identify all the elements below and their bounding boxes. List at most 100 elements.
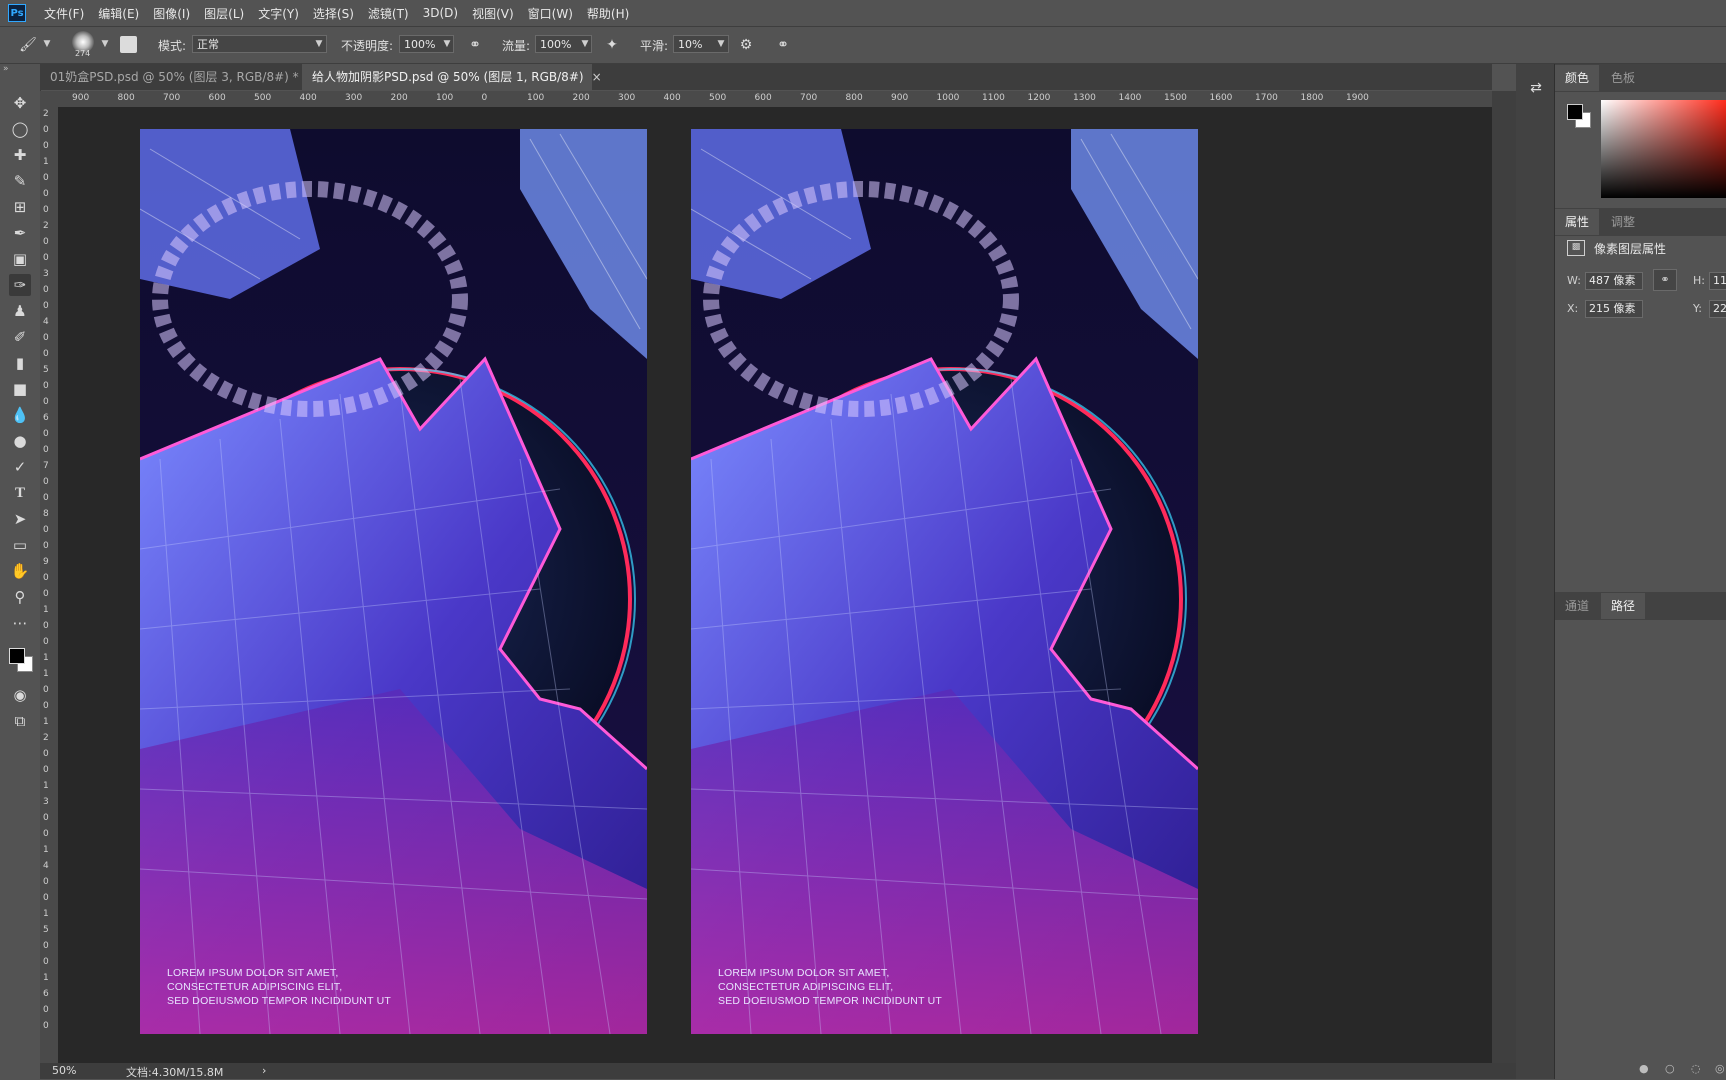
horizontal-ruler[interactable]: 900 800 700 600 500 400 300 200 100 0 100 200 300 400… bbox=[58, 91, 1492, 108]
brush-settings-panel-icon[interactable] bbox=[120, 36, 137, 53]
foreground-color-swatch[interactable] bbox=[1567, 104, 1583, 120]
crop-tool-icon[interactable]: ⊞ bbox=[9, 196, 31, 218]
quick-select-tool-icon[interactable]: ✎ bbox=[9, 170, 31, 192]
load-selection-icon[interactable]: ◌ bbox=[1691, 1062, 1701, 1075]
ruler-tick-label: 900 bbox=[891, 93, 909, 103]
lasso-tool-icon[interactable]: ✚ bbox=[9, 144, 31, 166]
quick-mask-icon[interactable]: ◉ bbox=[9, 684, 31, 706]
chevron-down-icon[interactable]: ▼ bbox=[312, 35, 326, 53]
tab-document-1[interactable]: 01奶盒PSD.psd @ 50% (图层 3, RGB/8#) *× bbox=[40, 64, 317, 90]
airbrush-icon[interactable]: ✦ bbox=[602, 35, 622, 55]
collapse-toolbox-icon[interactable]: » bbox=[3, 64, 9, 74]
ruler-tick-label: 0 bbox=[43, 237, 49, 247]
vertical-scrollbar[interactable] bbox=[1492, 91, 1516, 1063]
ruler-origin[interactable] bbox=[40, 91, 58, 107]
width-input[interactable]: 487 像素 bbox=[1585, 272, 1643, 290]
menu-3d[interactable]: 3D(D) bbox=[423, 6, 458, 20]
chevron-down-icon[interactable]: ▼ bbox=[578, 35, 592, 53]
menu-view[interactable]: 视图(V) bbox=[472, 5, 514, 22]
menu-image[interactable]: 图像(I) bbox=[153, 5, 190, 22]
tab-document-2[interactable]: 给人物加阴影PSD.psd @ 50% (图层 1, RGB/8#) × bbox=[302, 64, 602, 90]
dodge-tool-icon[interactable]: ● bbox=[9, 430, 31, 452]
screen-mode-icon[interactable]: ⧉ bbox=[9, 710, 31, 732]
vertical-ruler[interactable]: 2 0 0 1 0 0 0 2 0 0 3 0 0 4 0 0 5 0 0 6 0 0 7 0 0 8 0 0 9 0 0 1 0 0 1 1 0 0 1 2… bbox=[40, 107, 59, 1063]
smoothing-label: 平滑: bbox=[640, 39, 669, 53]
hand-tool-icon[interactable]: ✋ bbox=[9, 560, 31, 582]
ruler-tick-label: 0 bbox=[43, 765, 49, 775]
history-brush-tool-icon[interactable]: ✐ bbox=[9, 326, 31, 348]
menu-help[interactable]: 帮助(H) bbox=[587, 5, 629, 22]
fill-path-icon[interactable]: ● bbox=[1639, 1062, 1649, 1075]
ruler-tick-label: 0 bbox=[43, 141, 49, 151]
stroke-path-icon[interactable]: ○ bbox=[1665, 1062, 1675, 1075]
ruler-tick-label: 0 bbox=[43, 749, 49, 759]
ruler-tick-label: 0 bbox=[43, 589, 49, 599]
tab-channels[interactable]: 通道 bbox=[1555, 593, 1599, 619]
history-panel-icon[interactable]: ⇄ bbox=[1526, 78, 1546, 98]
eraser-tool-icon[interactable]: ▮ bbox=[9, 352, 31, 374]
move-tool-icon[interactable]: ✥ bbox=[9, 92, 31, 114]
pressure-opacity-icon[interactable]: ⚭ bbox=[465, 35, 485, 55]
menu-window[interactable]: 窗口(W) bbox=[528, 5, 573, 22]
marquee-tool-icon[interactable]: ◯ bbox=[9, 118, 31, 140]
chevron-down-icon[interactable]: ▼ bbox=[98, 35, 112, 53]
chevron-down-icon[interactable]: ▼ bbox=[40, 35, 54, 53]
menu-filter[interactable]: 滤镜(T) bbox=[368, 5, 409, 22]
ruler-tick-label: 0 bbox=[43, 877, 49, 887]
ruler-tick-label: 1 bbox=[43, 717, 49, 727]
tab-paths[interactable]: 路径 bbox=[1601, 593, 1646, 619]
ruler-tick-label: 800 bbox=[845, 93, 863, 103]
frame-tool-icon[interactable]: ▣ bbox=[9, 248, 31, 270]
gear-icon[interactable]: ⚙ bbox=[736, 35, 756, 55]
close-icon[interactable]: × bbox=[592, 70, 602, 84]
tab-swatches[interactable]: 色板 bbox=[1601, 65, 1645, 91]
photoshop-logo-icon: Ps bbox=[8, 4, 26, 22]
ruler-tick-label: 700 bbox=[163, 93, 181, 103]
brush-tool-preset-icon[interactable]: 🖌 bbox=[18, 35, 38, 55]
ruler-tick-label: 0 bbox=[43, 1021, 49, 1031]
height-input[interactable]: 11 bbox=[1709, 272, 1726, 290]
tab-color[interactable]: 颜色 bbox=[1555, 65, 1600, 91]
poster-caption: LOREM IPSUM DOLOR SIT AMET, CONSECTETUR … bbox=[167, 966, 391, 1008]
link-icon[interactable]: ⚭ bbox=[1653, 269, 1677, 291]
ruler-tick-label: 8 bbox=[43, 509, 49, 519]
rectangle-tool-icon[interactable]: ▭ bbox=[9, 534, 31, 556]
ruler-tick-label: 1600 bbox=[1209, 93, 1233, 103]
color-panel-header: 颜色 色板 bbox=[1555, 64, 1726, 92]
x-input[interactable]: 215 像素 bbox=[1585, 300, 1643, 318]
zoom-level[interactable]: 50% bbox=[52, 1064, 76, 1077]
brush-tool-icon[interactable]: ✑ bbox=[9, 274, 31, 296]
make-path-icon[interactable]: ◎ bbox=[1715, 1062, 1725, 1075]
type-tool-icon[interactable]: T bbox=[9, 482, 31, 504]
foreground-color-swatch[interactable] bbox=[9, 648, 25, 664]
panel-icon-strip: ⇄ bbox=[1516, 64, 1554, 1079]
gradient-tool-icon[interactable]: ■ bbox=[9, 378, 31, 400]
chevron-down-icon[interactable]: ▼ bbox=[714, 35, 728, 53]
ruler-tick-label: 1100 bbox=[982, 93, 1005, 103]
menu-type[interactable]: 文字(Y) bbox=[258, 5, 299, 22]
color-picker-field[interactable] bbox=[1601, 100, 1726, 198]
tab-properties[interactable]: 属性 bbox=[1555, 209, 1600, 235]
tab-adjustments[interactable]: 调整 bbox=[1601, 209, 1645, 235]
menu-edit[interactable]: 编辑(E) bbox=[98, 5, 139, 22]
stamp-tool-icon[interactable]: ♟ bbox=[9, 300, 31, 322]
menu-layer[interactable]: 图层(L) bbox=[204, 5, 244, 22]
blur-tool-icon[interactable]: 💧 bbox=[9, 404, 31, 426]
ruler-tick-label: 100 bbox=[527, 93, 545, 103]
zoom-tool-icon[interactable]: ⚲ bbox=[9, 586, 31, 608]
eyedropper-tool-icon[interactable]: ✒ bbox=[9, 222, 31, 244]
menu-file[interactable]: 文件(F) bbox=[44, 5, 84, 22]
canvas-area[interactable]: LOREM IPSUM DOLOR SIT AMET, CONSECTETUR … bbox=[58, 107, 1492, 1063]
ruler-tick-label: 0 bbox=[43, 349, 49, 359]
chevron-down-icon[interactable]: ▼ bbox=[440, 35, 454, 53]
pressure-size-icon[interactable]: ⚭ bbox=[773, 35, 793, 55]
more-tools-icon[interactable]: ⋯ bbox=[9, 612, 31, 634]
poster-caption-line-2: CONSECTETUR ADIPISCING ELIT, bbox=[167, 981, 343, 993]
ruler-tick-label: 0 bbox=[43, 301, 49, 311]
mode-select[interactable]: 正常 bbox=[192, 35, 327, 53]
path-select-tool-icon[interactable]: ➤ bbox=[9, 508, 31, 530]
pen-tool-icon[interactable]: ✓ bbox=[9, 456, 31, 478]
y-input[interactable]: 22 bbox=[1709, 300, 1726, 318]
menu-select[interactable]: 选择(S) bbox=[313, 5, 354, 22]
chevron-right-icon[interactable]: › bbox=[262, 1064, 266, 1077]
